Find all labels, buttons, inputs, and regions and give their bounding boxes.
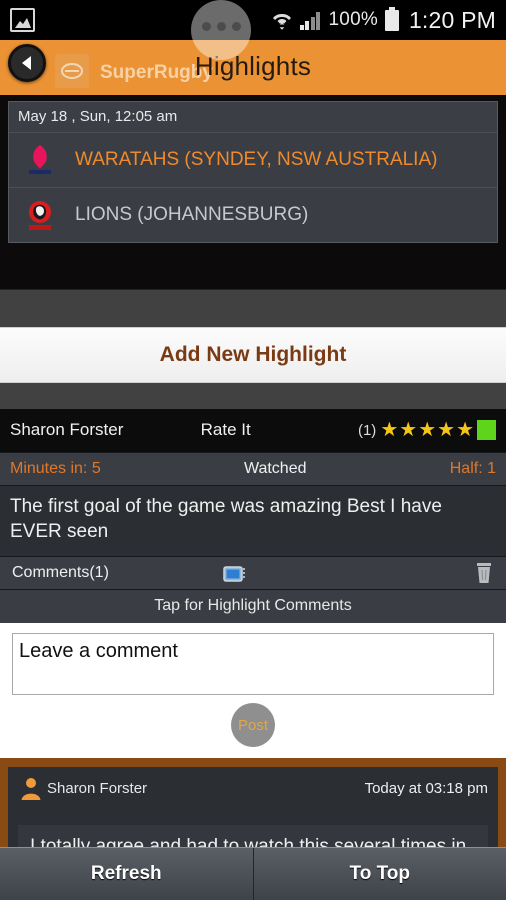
tap-for-comments-button[interactable]: Tap for Highlight Comments	[0, 589, 506, 624]
wifi-icon	[271, 9, 293, 31]
team-name-label: WARATAHS (SYNDEY, NSW AUSTRALIA)	[75, 149, 438, 171]
match-team-row-away[interactable]: LIONS (JOHANNESBURG)	[9, 187, 497, 242]
match-date-label: May 18 , Sun, 12:05 am	[9, 102, 497, 132]
tv-icon[interactable]	[222, 563, 247, 584]
minutes-in-label: Minutes in: 5	[10, 460, 101, 477]
highlight-card: Sharon Forster Rate It (1) ★ ★ ★ ★ ★ Min…	[0, 409, 506, 900]
star-icon[interactable]: ★	[418, 420, 436, 440]
rating-count-label: (1)	[357, 421, 377, 439]
comment-input[interactable]	[12, 633, 494, 696]
cell-signal-icon	[299, 10, 322, 30]
page-title: Highlights	[194, 51, 312, 81]
match-card[interactable]: May 18 , Sun, 12:05 am WARATAHS (SYNDEY,…	[8, 101, 498, 243]
star-icon[interactable]: ★	[399, 420, 417, 440]
star-icon[interactable]: ★	[437, 420, 455, 440]
section-divider-top	[0, 289, 506, 327]
watched-status-indicator	[477, 420, 496, 440]
add-new-highlight-button[interactable]: Add New Highlight	[0, 327, 506, 383]
battery-percent-label: 100%	[328, 9, 378, 30]
post-button[interactable]: Post	[231, 703, 275, 748]
highlight-comments-bar: Comments(1)	[0, 556, 506, 590]
battery-full-icon	[384, 6, 399, 31]
match-team-row-home[interactable]: WARATAHS (SYNDEY, NSW AUSTRALIA)	[9, 132, 497, 187]
picture-icon	[10, 8, 35, 32]
refresh-button[interactable]: Refresh	[0, 863, 253, 885]
comment-header: Sharon Forster Today at 03:18 pm	[18, 775, 488, 801]
waratahs-logo-icon	[19, 137, 61, 183]
app-root: 100% 1:20 PM SuperRugby Highlights May 1…	[0, 0, 506, 900]
rate-it-label: Rate It	[200, 420, 251, 439]
half-label: Half: 1	[449, 460, 496, 477]
user-avatar-icon	[18, 775, 44, 801]
to-top-button[interactable]: To Top	[254, 863, 506, 885]
highlight-stats-row: Minutes in: 5 Watched Half: 1	[0, 452, 506, 485]
comments-count-label[interactable]: Comments(1)	[12, 564, 109, 582]
status-bar: 100% 1:20 PM	[0, 0, 506, 40]
trash-icon[interactable]	[474, 562, 494, 584]
match-section: May 18 , Sun, 12:05 am WARATAHS (SYNDEY,…	[0, 95, 506, 289]
lions-logo-icon	[19, 192, 61, 238]
highlight-text: The first goal of the game was amazing B…	[0, 485, 506, 557]
app-bar: SuperRugby Highlights	[0, 40, 506, 95]
star-icon[interactable]: ★	[456, 420, 474, 440]
bottom-toolbar: Refresh To Top	[0, 847, 506, 900]
highlight-header: Sharon Forster Rate It (1) ★ ★ ★ ★ ★	[0, 409, 506, 452]
clock-label: 1:20 PM	[408, 6, 496, 33]
rating-widget[interactable]: (1) ★ ★ ★ ★ ★	[358, 420, 496, 440]
star-icon[interactable]: ★	[380, 420, 398, 440]
touch-indicator-overlay	[191, 0, 251, 60]
comment-author-label: Sharon Forster	[47, 779, 148, 797]
section-divider-bottom	[0, 383, 506, 409]
comment-composer: Post	[0, 623, 506, 759]
team-name-label: LIONS (JOHANNESBURG)	[75, 204, 309, 226]
watched-label: Watched	[243, 460, 307, 477]
status-bar-right: 100% 1:20 PM	[271, 6, 496, 34]
post-button-row: Post	[12, 700, 494, 750]
comment-time-label: Today at 03:18 pm	[364, 779, 488, 797]
